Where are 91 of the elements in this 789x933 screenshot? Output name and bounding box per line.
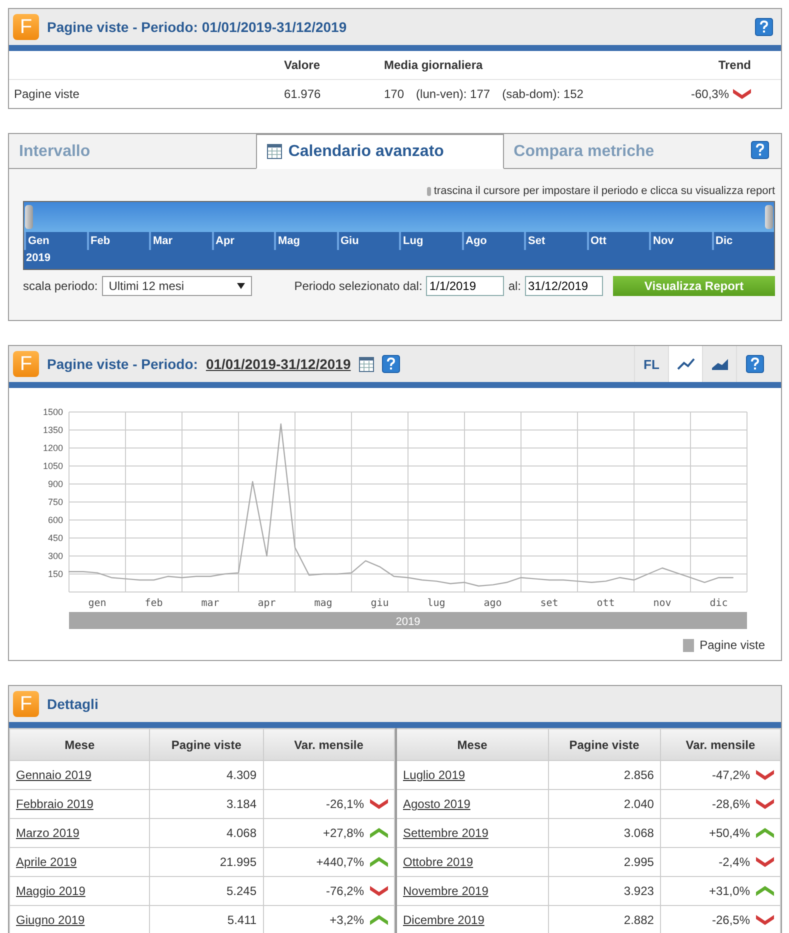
line-chart-icon bbox=[676, 358, 694, 370]
y-tick-label: 600 bbox=[48, 515, 63, 525]
legend-label: Pagine viste bbox=[700, 638, 765, 652]
panel-title: Pagine viste - Periodo: bbox=[47, 356, 198, 372]
column-header: Mese bbox=[10, 728, 150, 760]
x-tick-label: dic bbox=[710, 598, 728, 609]
logo-icon: F bbox=[13, 351, 39, 377]
change-value: +50,4% bbox=[708, 826, 750, 840]
help-icon[interactable] bbox=[751, 140, 769, 158]
help-icon[interactable] bbox=[382, 355, 400, 373]
views-cell: 4.068 bbox=[150, 818, 264, 848]
from-label: Periodo selezionato dal: bbox=[294, 279, 422, 293]
to-label: al: bbox=[508, 279, 521, 293]
x-tick-label: giu bbox=[370, 598, 389, 609]
logo-icon: F bbox=[13, 14, 39, 40]
column-header: Pagine viste bbox=[150, 728, 264, 760]
year-band-label: 2019 bbox=[396, 616, 420, 628]
daily-average: (lun-ven): 177 bbox=[416, 87, 490, 101]
x-tick-label: feb bbox=[144, 598, 163, 609]
to-date-field[interactable]: 31/12/2019 bbox=[525, 276, 603, 296]
change-value: -2,4% bbox=[718, 855, 750, 869]
views-cell: 2.856 bbox=[548, 760, 660, 790]
x-tick-label: ott bbox=[596, 598, 615, 609]
x-tick-label: ago bbox=[484, 598, 502, 609]
logo-icon: F bbox=[13, 691, 39, 717]
column-header: Mese bbox=[396, 728, 548, 760]
views-cell: 2.040 bbox=[548, 790, 660, 818]
scale-label: scala periodo: bbox=[23, 279, 98, 293]
calendar-icon bbox=[358, 356, 374, 372]
change-value: -26,5% bbox=[712, 913, 750, 927]
y-tick-label: 300 bbox=[48, 551, 63, 561]
hint-text: trascina il cursore per impostare il periodo e clicca su visualizza report bbox=[434, 185, 775, 197]
calendar-icon bbox=[267, 144, 282, 159]
month-link[interactable]: Luglio 2019 bbox=[403, 768, 466, 782]
help-icon[interactable] bbox=[755, 18, 773, 36]
y-tick-label: 900 bbox=[48, 479, 63, 489]
y-tick-label: 750 bbox=[48, 497, 63, 507]
change-value: -47,2% bbox=[712, 768, 750, 782]
handle-icon bbox=[426, 186, 431, 196]
change-value: +3,2% bbox=[330, 913, 364, 927]
period-slider[interactable]: Gen Feb Mar Apr Mag Giu Lug Ago Set Ott Nov Dic 2019 bbox=[23, 201, 775, 270]
y-tick-label: 1500 bbox=[42, 407, 63, 417]
scale-dropdown[interactable]: Ultimi 12 mesi bbox=[102, 276, 252, 296]
column-header: Var. mensile bbox=[660, 728, 780, 760]
x-tick-label: set bbox=[540, 598, 558, 609]
change-value: +440,7% bbox=[316, 855, 364, 869]
change-value: +31,0% bbox=[708, 884, 750, 898]
y-tick-label: 450 bbox=[48, 533, 63, 543]
change-value: -76,2% bbox=[326, 884, 364, 898]
views-cell: 3.923 bbox=[548, 876, 660, 906]
tab[interactable]: Calendario avanzato bbox=[256, 134, 504, 169]
row-label: Pagine viste bbox=[9, 79, 279, 108]
views-cell: 3.184 bbox=[150, 790, 264, 818]
trend-value: -60,3% bbox=[690, 87, 729, 101]
daily-average: (sab-dom): 152 bbox=[502, 87, 584, 101]
year-label: 2019 bbox=[24, 250, 774, 269]
from-date-field[interactable]: 1/1/2019 bbox=[426, 276, 504, 296]
change-value: -26,1% bbox=[326, 797, 364, 811]
daily-average: 170 bbox=[384, 87, 404, 101]
column-header: Valore bbox=[283, 57, 322, 74]
x-tick-label: nov bbox=[653, 598, 672, 609]
x-tick-label: gen bbox=[88, 598, 106, 609]
column-header: Media giornaliera bbox=[383, 57, 484, 74]
views-cell: 2.995 bbox=[548, 848, 660, 876]
panel-title: Dettagli bbox=[47, 696, 98, 712]
views-cell: 5.245 bbox=[150, 876, 264, 906]
column-header: Trend bbox=[717, 57, 752, 74]
x-tick-label: mar bbox=[201, 598, 220, 609]
y-tick-label: 150 bbox=[48, 569, 63, 579]
views-cell: 4.309 bbox=[150, 760, 264, 790]
value-cell: 61.976 bbox=[279, 79, 379, 108]
column-header: Var. mensile bbox=[263, 728, 394, 760]
period-link[interactable]: 01/01/2019-31/12/2019 bbox=[206, 356, 351, 372]
help-icon[interactable] bbox=[746, 355, 764, 373]
y-tick-label: 1200 bbox=[42, 443, 63, 453]
y-tick-label: 1350 bbox=[42, 425, 63, 435]
column-header: Pagine viste bbox=[548, 728, 660, 760]
area-chart-icon bbox=[710, 358, 728, 370]
x-tick-label: apr bbox=[258, 598, 276, 609]
panel-title: Pagine viste - Periodo: 01/01/2019-31/12/2019 bbox=[47, 19, 347, 35]
x-tick-label: mag bbox=[314, 598, 332, 609]
views-cell: 21.995 bbox=[150, 848, 264, 876]
views-cell: 3.068 bbox=[548, 818, 660, 848]
change-value: -28,6% bbox=[712, 797, 750, 811]
x-tick-label: lug bbox=[427, 598, 446, 609]
change-value: +27,8% bbox=[322, 826, 364, 840]
line-chart-button[interactable] bbox=[668, 346, 702, 382]
y-tick-label: 1050 bbox=[42, 461, 63, 471]
caret-icon bbox=[236, 283, 245, 289]
slider-handle[interactable] bbox=[765, 205, 773, 229]
slider-handle[interactable] bbox=[25, 205, 33, 229]
